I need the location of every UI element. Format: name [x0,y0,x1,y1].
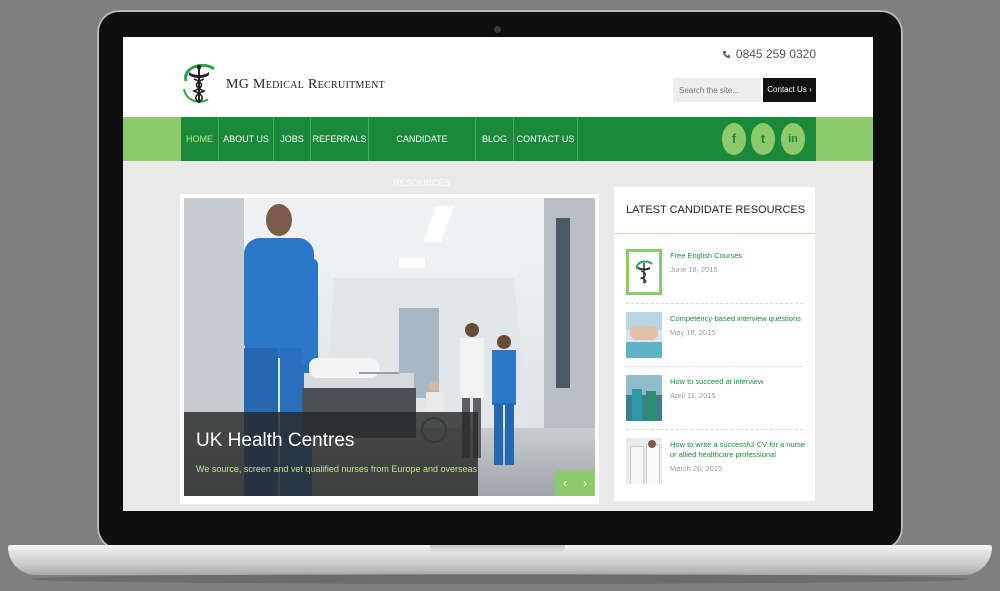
linkedin-icon[interactable]: in [781,123,805,155]
laptop-notch [430,545,565,554]
nav-item-candidate-resources[interactable]: CANDIDATE RESOURCES [369,117,476,188]
list-item[interactable]: Competency-based interview questions May… [626,312,803,372]
resource-title[interactable]: Free English Courses [670,251,806,261]
nav-bar-inner: HOME ABOUT US JOBS REFERRALS CANDIDATE R… [181,117,816,188]
phone-icon [722,50,731,59]
slide-title: UK Health Centres [196,430,355,451]
facebook-icon[interactable]: f [722,123,746,155]
caduceus-thumb-icon [635,260,653,284]
hero-slider: UK Health Centres We source, screen and … [180,194,599,504]
list-item[interactable]: How to succeed at interview April 11, 20… [626,375,803,435]
widget-divider [614,233,815,234]
list-item[interactable]: How to write a successful CV for a nurse… [626,438,806,498]
slide-caption: UK Health Centres We source, screen and … [184,412,478,496]
nav-item-home[interactable]: HOME [181,117,219,161]
resource-date: June 18, 2015 [670,265,718,274]
main-navigation: HOME ABOUT US JOBS REFERRALS CANDIDATE R… [123,117,873,188]
site-header: MG Medical Recruitment 0845 259 0320 Con… [123,37,873,117]
nav-item-about-us[interactable]: ABOUT US [219,117,274,161]
search-input[interactable] [673,78,761,102]
latest-resources-widget: LATEST CANDIDATE RESOURCES Free English … [614,187,815,501]
resource-date: April 11, 2015 [670,391,716,400]
resource-thumbnail[interactable] [626,312,662,358]
website-screen: MG Medical Recruitment 0845 259 0320 Con… [123,37,873,511]
slider-prev-button[interactable]: ‹ [555,470,575,496]
resource-date: March 26, 2015 [670,464,723,473]
slide-subtitle: We source, screen and vet qualified nurs… [196,464,477,474]
item-separator [626,303,803,304]
list-item[interactable]: Free English Courses June 18, 2015 [626,249,803,309]
item-separator [626,366,803,367]
phone-text: 0845 259 0320 [735,47,816,61]
brand-name[interactable]: MG Medical Recruitment [226,77,385,93]
phone-number: 0845 259 0320 [722,47,816,61]
nav-item-referrals[interactable]: REFERRALS [311,117,369,161]
twitter-icon[interactable]: t [751,123,775,155]
contact-us-label: Contact Us [767,85,807,94]
nav-item-contact-us[interactable]: CONTACT US [514,117,578,161]
resource-title[interactable]: Competency-based interview questions [670,314,806,324]
contact-us-button[interactable]: Contact Us › [763,78,816,102]
webcam-icon [494,26,501,33]
resource-title[interactable]: How to write a successful CV for a nurse… [670,440,806,460]
nav-item-jobs[interactable]: JOBS [274,117,311,161]
resource-title[interactable]: How to succeed at interview [670,377,806,387]
nav-item-blog[interactable]: BLOG [476,117,514,161]
resource-thumbnail[interactable] [626,249,662,295]
hero-slide-image[interactable]: UK Health Centres We source, screen and … [184,198,595,496]
item-separator [626,429,803,430]
slider-next-button[interactable]: › [575,470,595,496]
laptop-shadow [30,574,970,584]
widget-heading: LATEST CANDIDATE RESOURCES [626,204,806,216]
resource-thumbnail[interactable] [626,438,662,484]
caduceus-logo-icon[interactable] [180,59,218,107]
resource-thumbnail[interactable] [626,375,662,421]
resource-date: May 18, 2015 [670,328,716,337]
